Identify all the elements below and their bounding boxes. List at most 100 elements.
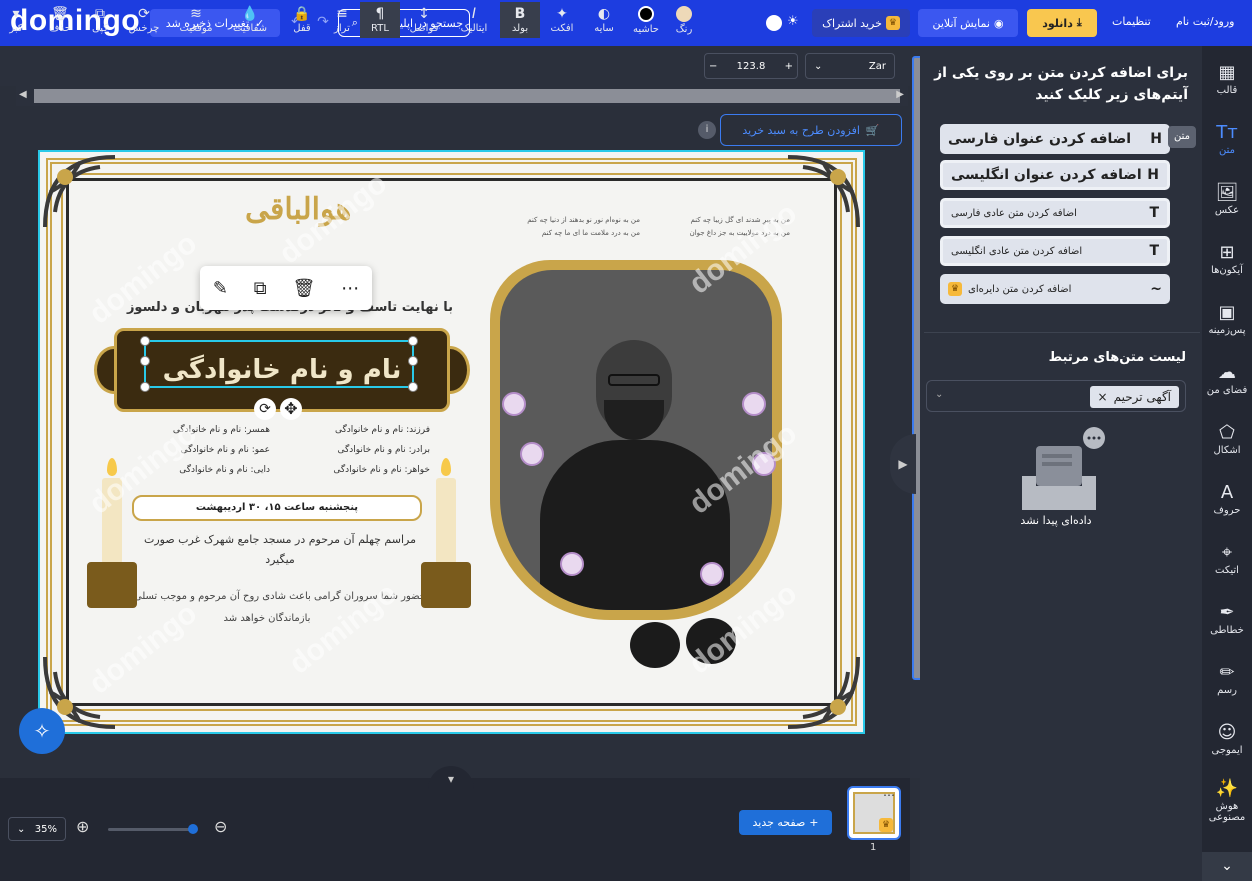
- resize-handle[interactable]: [140, 382, 150, 392]
- tool-effect[interactable]: ✦ افکت: [542, 2, 582, 38]
- tool-position-label: موقعیت: [179, 23, 213, 34]
- resize-handle[interactable]: [140, 356, 150, 366]
- tool-shadow[interactable]: ◐ سایه: [584, 2, 624, 38]
- more-icon[interactable]: ⋯: [341, 278, 359, 299]
- panel-title: برای اضافه کردن متن بر روی یکی از آیتم‌ه…: [934, 65, 1188, 103]
- ceremony-text[interactable]: مراسم چهلم آن مرحوم در مسجد جامع شهرک غر…: [130, 530, 430, 570]
- chevron-down-icon[interactable]: ⌄: [935, 389, 943, 400]
- tag-chip[interactable]: آگهی ترحیم ×: [1089, 386, 1179, 408]
- download-button[interactable]: دانلود ⤓: [1027, 9, 1097, 37]
- relative-line: برادر: نام و نام خانوادگی: [337, 445, 430, 455]
- selection-box[interactable]: [140, 336, 418, 392]
- tool-copy[interactable]: ⧉ کپی: [80, 2, 120, 38]
- empty-state-text: داده‌ای پیدا نشد: [1020, 514, 1092, 527]
- related-tag-select[interactable]: آگهی ترحیم × ⌄: [926, 380, 1186, 412]
- tool-rotate[interactable]: ⟳ چرخش: [124, 2, 164, 38]
- new-page-button[interactable]: صفحه جدید +: [739, 810, 832, 835]
- nav-my-space[interactable]: ☁ فضای من: [1202, 348, 1252, 408]
- info-icon[interactable]: i: [698, 121, 716, 139]
- related-texts-title: لیست متن‌های مرتبط: [1048, 350, 1186, 365]
- resize-handle[interactable]: [408, 356, 418, 366]
- zoom-slider-knob[interactable]: [188, 824, 198, 834]
- more-icon[interactable]: ⋯: [883, 788, 895, 802]
- tool-spacing-label: فواصل: [409, 23, 439, 34]
- scrollbar-thumb[interactable]: [34, 89, 900, 103]
- zoom-in-icon[interactable]: ⊕: [76, 817, 89, 836]
- tool-lock[interactable]: 🔒 قفل: [282, 2, 322, 38]
- zoom-slider[interactable]: [108, 824, 198, 834]
- resize-handle[interactable]: [408, 382, 418, 392]
- add-to-cart-button[interactable]: افزودن طرح به سبد خرید 🛒: [720, 114, 902, 146]
- relative-line: خواهر: نام و نام خانوادگی: [333, 465, 430, 475]
- add-english-text-button[interactable]: T اضافه کردن متن عادی انگلیسی: [940, 236, 1170, 266]
- nav-background[interactable]: ▣ پس‌زمینه: [1202, 288, 1252, 348]
- online-preview-button[interactable]: نمایش آنلاین ◉: [918, 9, 1018, 37]
- design-canvas[interactable]: هوالباقی من به پیرِ شدند ای گل زیبا چه ک…: [38, 150, 865, 734]
- settings-link[interactable]: تنظیمات: [1112, 15, 1151, 28]
- subscribe-button[interactable]: خرید اشتراک ♛: [812, 9, 910, 37]
- add-english-heading-button[interactable]: H اضافه کردن عنوان انگلیسی: [940, 160, 1170, 190]
- tool-position[interactable]: ≋ موقعیت: [176, 2, 216, 38]
- date-line[interactable]: پنجشنبه ساعت ۱۵، ۳۰ اردیبهشت: [132, 495, 422, 521]
- scroll-left-icon[interactable]: ◀: [19, 89, 27, 100]
- portrait-photo[interactable]: [500, 270, 772, 610]
- decrease-icon[interactable]: −: [709, 61, 717, 72]
- edit-icon[interactable]: ✎: [213, 278, 228, 299]
- tool-color[interactable]: رنگ: [664, 2, 704, 38]
- zoom-out-icon[interactable]: ⊖: [214, 817, 227, 836]
- nav-emoji[interactable]: ☺ ایموجی: [1202, 708, 1252, 768]
- font-family-select[interactable]: ⌄ Zar: [805, 53, 895, 79]
- vertical-scrollbar[interactable]: [910, 46, 924, 778]
- tool-align[interactable]: ≡ تراز: [322, 2, 362, 38]
- nav-scroll-down-icon[interactable]: ⌄: [1202, 852, 1252, 881]
- tool-bold[interactable]: B بولد: [500, 2, 540, 38]
- move-handle-icon[interactable]: ✥: [280, 398, 302, 420]
- shapes-icon: ⬠: [1219, 421, 1235, 443]
- tool-more[interactable]: ▾ کبر: [0, 2, 32, 38]
- zoom-select[interactable]: ⌄ 35%: [8, 817, 66, 841]
- nav-template[interactable]: ▦ قالب: [1202, 48, 1252, 108]
- tool-opacity[interactable]: 💧 شفافیت: [230, 2, 270, 38]
- add-persian-heading-button[interactable]: H اضافه کردن عنوان فارسی: [940, 124, 1170, 154]
- increase-icon[interactable]: +: [785, 61, 793, 72]
- nav-shapes[interactable]: ⬠ اشکال: [1202, 408, 1252, 468]
- tool-border-label: حاشیه: [633, 23, 659, 35]
- page-thumbnail[interactable]: ⋯ ♛: [847, 786, 901, 840]
- close-icon[interactable]: ×: [1098, 390, 1108, 404]
- nav-ai[interactable]: ✨ هوش مصنوعی: [1202, 770, 1252, 830]
- magic-wand-icon: ✦: [556, 6, 568, 22]
- theme-toggle[interactable]: ☀: [764, 14, 804, 32]
- trash-icon[interactable]: 🗑: [292, 278, 315, 299]
- scroll-right-icon[interactable]: ▶: [896, 89, 904, 100]
- font-size-stepper[interactable]: − 123.8 +: [704, 53, 798, 79]
- nav-letters[interactable]: A حروف: [1202, 468, 1252, 528]
- nav-image[interactable]: 🖼 عکس: [1202, 168, 1252, 228]
- toolbar-scrollbar[interactable]: ◀ ▶: [16, 86, 908, 106]
- login-link[interactable]: ورود/ثبت نام: [1176, 15, 1234, 28]
- nav-calligraphy[interactable]: ✒ خطاطی: [1202, 588, 1252, 648]
- relatives-right[interactable]: فرزند: نام و نام خانوادگی برادر: نام و ن…: [302, 420, 430, 480]
- nav-icons[interactable]: ⊞ آیکون‌ها: [1202, 228, 1252, 288]
- magic-wand-fab[interactable]: ✧: [19, 708, 65, 754]
- rotate-handle-icon[interactable]: ⟳: [254, 398, 276, 420]
- poem-left[interactable]: من به نوه‌ام نور نو بدهند از دنیا چه کنم…: [510, 214, 640, 240]
- add-circular-text-wrap: اضافه کردن متن دایره‌ای ♛: [948, 282, 1071, 296]
- resize-handle[interactable]: [408, 336, 418, 346]
- add-circular-text-button[interactable]: ~ اضافه کردن متن دایره‌ای ♛: [940, 274, 1170, 304]
- tool-rtl[interactable]: ¶ RTL: [360, 2, 400, 38]
- nav-tag[interactable]: ⌖ اتیکت: [1202, 528, 1252, 588]
- tool-copy-label: کپی: [91, 23, 109, 34]
- tool-delete[interactable]: 🗑 حذف: [40, 2, 80, 38]
- nav-text[interactable]: Tт متن: [1202, 108, 1252, 168]
- resize-handle[interactable]: [140, 336, 150, 346]
- candle-stand-left: [87, 562, 137, 608]
- portrait-body: [540, 440, 730, 610]
- tool-spacing[interactable]: ↕ فواصل: [404, 2, 444, 38]
- font-size-value[interactable]: 123.8: [737, 61, 766, 72]
- template-icon: ▦: [1218, 61, 1236, 83]
- tool-border[interactable]: حاشیه: [626, 2, 666, 38]
- duplicate-icon[interactable]: ⧉: [254, 278, 267, 299]
- add-persian-text-button[interactable]: T اضافه کردن متن عادی فارسی: [940, 198, 1170, 228]
- tool-italic[interactable]: I ایتالیک: [454, 2, 494, 38]
- nav-draw[interactable]: ✏ رسم: [1202, 648, 1252, 708]
